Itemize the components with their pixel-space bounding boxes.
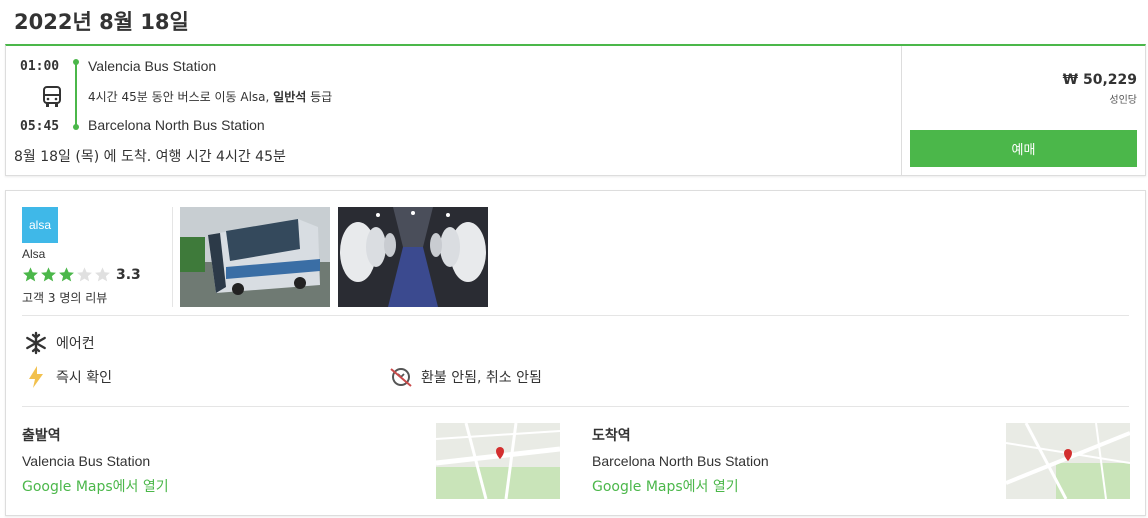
price-column: ₩ 50,229 성인당 예매 [901,46,1145,176]
book-button[interactable]: 예매 [910,130,1137,167]
divider [22,406,1129,407]
amenity-label: 환불 안됨, 취소 안됨 [421,370,542,386]
arrival-note: 8월 18일 (목) 에 도착. 여행 시간 4시간 45분 [14,149,286,165]
page-title: 2022년 8월 18일 [14,10,189,34]
trip-card: 01:00 05:45 Valencia Bus Station 4시간 45분… [5,44,1146,176]
bus-icon [43,86,61,107]
star-empty-icon [77,267,92,282]
operator-detail-card: alsa Alsa 3.3 고객 3 명의 리뷰 에어컨 즉시 확인 환불 안됨… [5,190,1146,516]
price: ₩ 50,229 [1062,72,1137,88]
star-empty-icon [95,267,110,282]
amenity-air-conditioning: 에어컨 [24,331,95,355]
departure-time: 01:00 [20,59,60,74]
divider [172,207,173,307]
ride-info-prefix: 4시간 45분 동안 버스로 이동 Alsa, [88,90,270,104]
departure-stop-name: Valencia Bus Station [22,453,151,469]
operator-name: Alsa [22,247,46,261]
timeline-dot-arrival [73,124,79,130]
amenity-no-refund: 환불 안됨, 취소 안됨 [389,365,542,389]
amenity-instant-confirmation: 즉시 확인 [24,365,112,389]
arrival-time: 05:45 [20,119,60,134]
price-per-adult: 성인당 [1109,95,1137,106]
arrival-map-thumbnail[interactable] [1006,423,1130,499]
arrival-google-maps-link[interactable]: Google Maps에서 열기 [592,476,739,496]
ride-class: 일반석 [273,90,307,104]
timeline-dot-departure [73,59,79,65]
star-full-icon [41,267,56,282]
departure-google-maps-link[interactable]: Google Maps에서 열기 [22,476,169,496]
timeline-line [75,62,77,126]
star-full-icon [59,267,74,282]
rating-value: 3.3 [116,267,141,283]
divider [22,315,1129,316]
rating-stars [22,266,111,283]
amenity-label: 즉시 확인 [56,370,112,386]
departure-map-thumbnail[interactable] [436,423,560,499]
bus-interior-photo[interactable] [338,207,488,307]
no-refund-icon [390,368,412,387]
bus-exterior-photo[interactable] [180,207,330,307]
arrival-stop-label: 도착역 [592,428,631,444]
lightning-icon [29,366,43,388]
departure-stop-label: 출발역 [22,428,61,444]
star-full-icon [23,267,38,282]
snowflake-icon [26,331,46,355]
arrival-stop-name: Barcelona North Bus Station [592,453,769,469]
arrival-station: Barcelona North Bus Station [88,117,265,133]
amenity-label: 에어컨 [56,336,95,352]
departure-station: Valencia Bus Station [88,58,217,74]
review-count: 고객 3 명의 리뷰 [22,291,108,305]
alsa-logo: alsa [22,207,58,243]
ride-info-suffix: 등급 [310,90,333,104]
ride-info: 4시간 45분 동안 버스로 이동 Alsa, 일반석 등급 [88,88,332,105]
